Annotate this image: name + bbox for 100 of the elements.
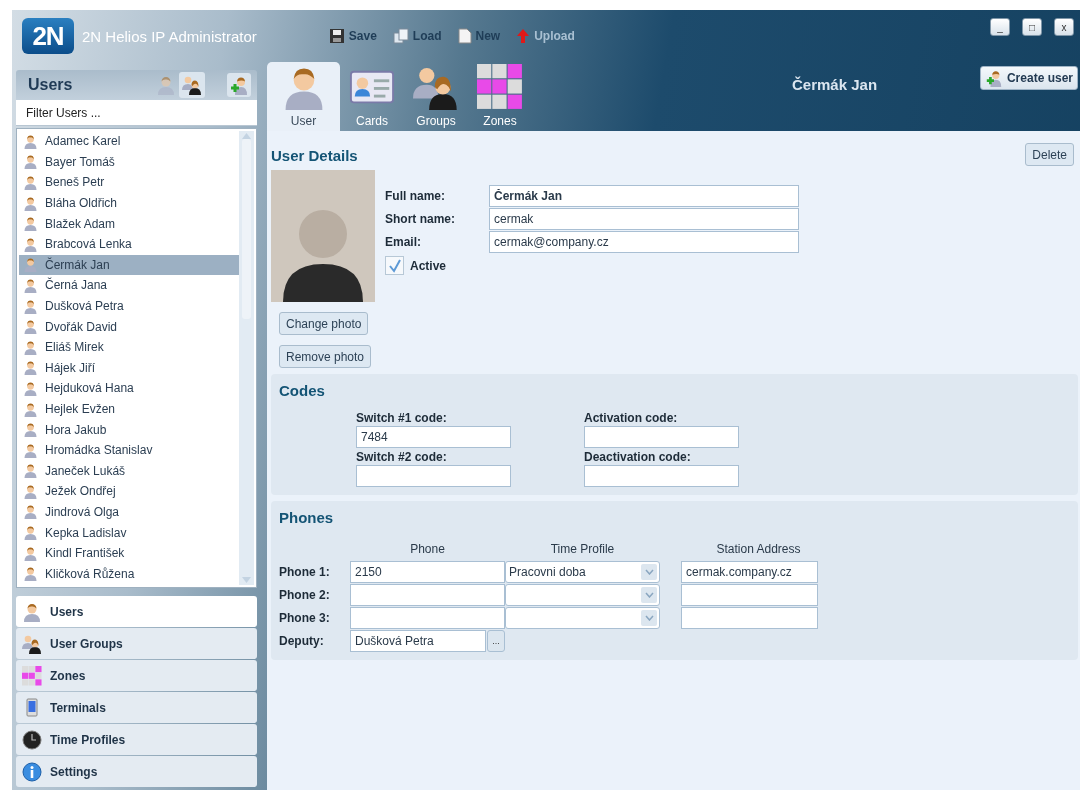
user-list-item[interactable]: Blažek Adam — [19, 213, 239, 234]
input-field[interactable]: 2150 — [350, 561, 505, 583]
user-list-item[interactable]: Dvořák David — [19, 316, 239, 337]
user-list-item[interactable]: Hejlek Evžen — [19, 398, 239, 420]
user-name: Černá Jana — [45, 278, 108, 293]
tab[interactable]: Zones — [468, 62, 532, 131]
tab[interactable]: User — [267, 62, 340, 131]
input-field[interactable] — [350, 584, 505, 606]
user-name: Kindl František — [45, 546, 125, 561]
input-field[interactable] — [584, 465, 739, 487]
window-button[interactable]: _ — [990, 18, 1010, 36]
field-label: Activation code: — [584, 411, 679, 425]
field-label: Deputy: — [279, 634, 325, 648]
user-name: Ježek Ondřej — [45, 484, 116, 499]
user-list-item[interactable]: Kličková Růžena — [19, 563, 239, 585]
input-field[interactable] — [681, 584, 818, 606]
input-field[interactable]: cermak@company.cz — [489, 231, 799, 253]
column-header: Station Address — [715, 541, 802, 557]
person-icon — [23, 483, 38, 499]
field-label: Switch #2 code: — [356, 450, 448, 464]
user-list-item[interactable]: Černá Jana — [19, 275, 239, 296]
dropdown[interactable] — [505, 607, 660, 629]
nav-item[interactable]: User Groups — [16, 628, 257, 659]
section-title: Codes — [279, 382, 326, 399]
checkbox[interactable] — [385, 256, 404, 275]
user-name: Jindrová Olga — [45, 505, 120, 519]
user-list-item[interactable]: Kepka Ladislav — [19, 522, 239, 543]
field-label: Switch #1 code: — [356, 411, 448, 425]
person-icon — [23, 298, 38, 314]
field-label: Phone 1: — [279, 565, 331, 579]
input-field[interactable]: 7484 — [356, 426, 511, 448]
nav-item[interactable]: Settings — [16, 756, 257, 787]
field-label: Phone 2: — [279, 588, 331, 602]
photo-button[interactable]: Remove photo — [279, 345, 372, 368]
user-name: Dvořák David — [45, 319, 118, 334]
create-user-button[interactable]: Create user — [979, 66, 1078, 90]
people-icon — [182, 75, 202, 95]
person-icon — [23, 545, 38, 561]
floppy-icon — [328, 28, 345, 44]
section-title: User Details — [271, 147, 358, 164]
panel-title: Users — [28, 76, 74, 94]
nav-item[interactable]: Terminals — [16, 692, 257, 723]
scroll-down-icon[interactable] — [242, 577, 251, 583]
input-field[interactable] — [356, 465, 511, 487]
input-field[interactable] — [584, 426, 739, 448]
filter-field[interactable]: Filter Users ... — [16, 100, 257, 126]
section-title: Phones — [279, 509, 335, 526]
nav-item[interactable]: Users — [16, 596, 257, 627]
user-list-item[interactable]: Beneš Petr — [19, 172, 239, 193]
browse-button[interactable]: ... — [487, 630, 505, 652]
person-icon — [23, 257, 38, 273]
field-label: Full name: — [385, 189, 446, 203]
tab[interactable]: Groups — [404, 62, 468, 131]
user-list-item[interactable]: Ježek Ondřej — [19, 481, 239, 502]
input-field[interactable]: cermak.company.cz — [681, 561, 818, 583]
user-list-item[interactable]: Hejduková Hana — [19, 378, 239, 399]
scroll-thumb[interactable] — [242, 139, 251, 319]
user-name: Hájek Jiří — [45, 360, 95, 375]
chevron-down-icon — [644, 615, 654, 621]
input-field[interactable] — [681, 607, 818, 629]
user-list-item[interactable]: Dušková Petra — [19, 295, 239, 317]
user-list-item[interactable]: Čermák Jan — [19, 254, 239, 276]
view-toggle[interactable] — [179, 72, 205, 98]
person-icon — [23, 236, 38, 252]
nav-item[interactable]: Zones — [16, 660, 257, 691]
window-button[interactable]: □ — [1022, 18, 1042, 36]
grid-icon — [477, 64, 523, 110]
user-list-item[interactable]: Kindl František — [19, 542, 239, 564]
person-icon — [23, 401, 38, 417]
field-label: Phone 3: — [279, 611, 331, 625]
input-field[interactable]: cermak — [489, 208, 799, 230]
logo: 2N — [22, 18, 74, 54]
photo-button[interactable]: Change photo — [279, 312, 369, 335]
dropdown[interactable]: Pracovni doba — [505, 561, 660, 583]
up-arrow-icon — [516, 28, 531, 44]
add-user-button[interactable] — [227, 73, 251, 97]
user-list-item[interactable]: Bayer Tomáš — [19, 151, 239, 173]
page-icon — [457, 28, 472, 44]
nav-item[interactable]: Time Profiles — [16, 724, 257, 755]
window-button[interactable]: x — [1054, 18, 1074, 36]
user-name: Kepka Ladislav — [45, 525, 127, 540]
user-name: Dušková Petra — [45, 299, 124, 314]
user-list-item[interactable]: Hromádka Stanislav — [19, 439, 239, 461]
scrollbar[interactable] — [239, 131, 254, 585]
user-name: Blažek Adam — [45, 216, 116, 231]
user-list-item[interactable]: Eliáš Mirek — [19, 336, 239, 358]
user-list-item[interactable]: Brabcová Lenka — [19, 233, 239, 255]
input-field[interactable]: Čermák Jan — [489, 185, 799, 207]
toolbar-button[interactable]: Save — [324, 28, 381, 44]
user-list-item[interactable]: Jindrová Olga — [19, 501, 239, 523]
input-field[interactable] — [350, 607, 505, 629]
user-list-item[interactable]: Adamec Karel — [19, 131, 239, 152]
person-icon — [23, 380, 38, 396]
user-list-item[interactable]: Bláha Oldřich — [19, 192, 239, 214]
input-field[interactable]: Dušková Petra — [350, 630, 486, 652]
user-list-item[interactable]: Hora Jakub — [19, 419, 239, 440]
dropdown[interactable] — [505, 584, 660, 606]
delete-button[interactable]: Delete — [1025, 143, 1074, 166]
user-list-item[interactable]: Janeček Lukáš — [19, 460, 239, 482]
user-list-item[interactable]: Hájek Jiří — [19, 357, 239, 379]
